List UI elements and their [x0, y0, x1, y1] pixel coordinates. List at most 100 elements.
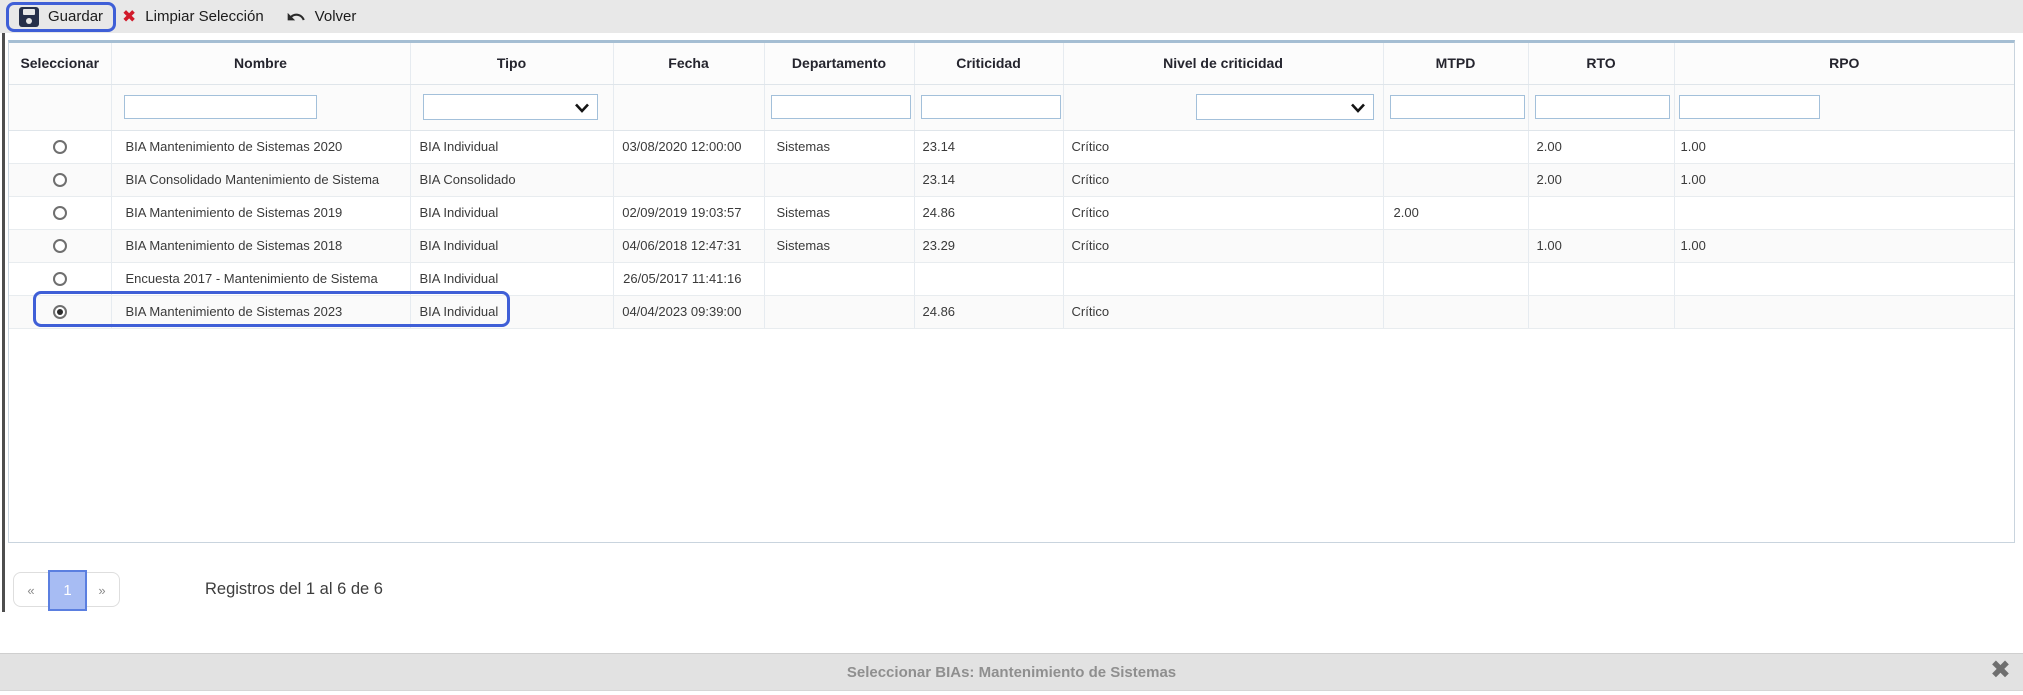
save-button-highlight: Guardar: [6, 2, 116, 32]
cell-mtpd: [1383, 262, 1528, 295]
cell-nombre: BIA Mantenimiento de Sistemas 2018: [111, 229, 410, 262]
rpo-filter-input[interactable]: [1679, 95, 1820, 119]
cell-seleccionar: [9, 295, 111, 328]
cell-nombre: BIA Consolidado Mantenimiento de Sistema: [111, 163, 410, 196]
filter-fecha-cell: [613, 84, 764, 130]
cell-nivel: Crítico: [1063, 196, 1383, 229]
cell-fecha: 26/05/2017 11:41:16: [613, 262, 764, 295]
clear-selection-button[interactable]: ✖ Limpiar Selección: [116, 8, 270, 25]
cell-criticidad: 23.14: [914, 130, 1063, 163]
cell-nivel: [1063, 262, 1383, 295]
criticidad-filter-input[interactable]: [921, 95, 1061, 119]
cell-rto: 1.00: [1528, 229, 1674, 262]
cell-departamento: Sistemas: [764, 196, 914, 229]
column-header-seleccionar[interactable]: Seleccionar: [9, 43, 111, 84]
select-row-radio[interactable]: [53, 140, 67, 154]
cell-tipo: BIA Consolidado: [410, 163, 613, 196]
pagination-next-button[interactable]: »: [85, 573, 119, 608]
filter-tipo-cell: [410, 84, 613, 130]
column-header-nombre[interactable]: Nombre: [111, 43, 410, 84]
cell-nombre: BIA Mantenimiento de Sistemas 2023: [111, 295, 410, 328]
cell-mtpd: [1383, 295, 1528, 328]
select-row-radio[interactable]: [53, 173, 67, 187]
column-header-departamento[interactable]: Departamento: [764, 43, 914, 84]
filter-nombre-cell: [111, 84, 410, 130]
cell-fecha: [613, 163, 764, 196]
table-row: BIA Mantenimiento de Sistemas 2023BIA In…: [9, 295, 2014, 328]
cell-seleccionar: [9, 229, 111, 262]
filter-departamento-cell: [764, 84, 914, 130]
cell-rto: [1528, 196, 1674, 229]
column-header-rto[interactable]: RTO: [1528, 43, 1674, 84]
filter-row: [9, 84, 2014, 130]
table-row: Encuesta 2017 - Mantenimiento de Sistema…: [9, 262, 2014, 295]
cell-nombre: Encuesta 2017 - Mantenimiento de Sistema: [111, 262, 410, 295]
cell-nivel: Crítico: [1063, 295, 1383, 328]
filter-criticidad-cell: [914, 84, 1063, 130]
column-header-mtpd[interactable]: MTPD: [1383, 43, 1528, 84]
cell-mtpd: 2.00: [1383, 196, 1528, 229]
records-summary: Registros del 1 al 6 de 6: [205, 580, 383, 599]
cell-tipo: BIA Individual: [410, 130, 613, 163]
filter-mtpd-cell: [1383, 84, 1528, 130]
filter-rto-cell: [1528, 84, 1674, 130]
pagination-page-1-button[interactable]: 1: [48, 570, 87, 611]
cell-tipo: BIA Individual: [410, 295, 613, 328]
cell-fecha: 04/06/2018 12:47:31: [613, 229, 764, 262]
cell-nivel: Crítico: [1063, 229, 1383, 262]
departamento-filter-input[interactable]: [771, 95, 911, 119]
cell-rpo: 1.00: [1674, 163, 2014, 196]
cell-departamento: Sistemas: [764, 130, 914, 163]
chevron-down-icon: [1350, 101, 1366, 113]
column-header-fecha[interactable]: Fecha: [613, 43, 764, 84]
filter-rpo-cell: [1674, 84, 2014, 130]
cell-tipo: BIA Individual: [410, 196, 613, 229]
table-row: BIA Mantenimiento de Sistemas 2018BIA In…: [9, 229, 2014, 262]
chevron-down-icon: [574, 101, 590, 113]
cell-rto: [1528, 262, 1674, 295]
rto-filter-input[interactable]: [1535, 95, 1670, 119]
back-button-label: Volver: [315, 8, 357, 25]
clear-selection-label: Limpiar Selección: [145, 8, 263, 25]
pagination: « 1 »: [13, 572, 120, 607]
save-button[interactable]: Guardar: [13, 7, 109, 27]
cell-rto: [1528, 295, 1674, 328]
nivel-criticidad-filter-select[interactable]: [1196, 94, 1374, 120]
cell-seleccionar: [9, 163, 111, 196]
cell-rpo: [1674, 262, 2014, 295]
bia-grid: SeleccionarNombreTipoFechaDepartamentoCr…: [8, 40, 2015, 543]
column-header-nivel-de-criticidad[interactable]: Nivel de criticidad: [1063, 43, 1383, 84]
select-row-radio[interactable]: [53, 206, 67, 220]
cell-criticidad: 23.29: [914, 229, 1063, 262]
tipo-filter-select[interactable]: [423, 94, 598, 120]
cell-rto: 2.00: [1528, 130, 1674, 163]
cell-departamento: [764, 262, 914, 295]
cell-mtpd: [1383, 130, 1528, 163]
cell-rpo: [1674, 295, 2014, 328]
column-header-rpo[interactable]: RPO: [1674, 43, 2014, 84]
cell-nivel: Crítico: [1063, 163, 1383, 196]
cell-departamento: [764, 295, 914, 328]
column-header-criticidad[interactable]: Criticidad: [914, 43, 1063, 84]
close-icon[interactable]: ✖: [1990, 658, 2011, 683]
toolbar: Guardar ✖ Limpiar Selección Volver: [0, 0, 2023, 33]
cell-fecha: 03/08/2020 12:00:00: [613, 130, 764, 163]
cell-rto: 2.00: [1528, 163, 1674, 196]
table-row: BIA Mantenimiento de Sistemas 2019BIA In…: [9, 196, 2014, 229]
dialog-title: Seleccionar BIAs: Mantenimiento de Siste…: [847, 664, 1176, 681]
cell-departamento: [764, 163, 914, 196]
column-header-tipo[interactable]: Tipo: [410, 43, 613, 84]
cell-rpo: 1.00: [1674, 229, 2014, 262]
mtpd-filter-input[interactable]: [1390, 95, 1525, 119]
select-row-radio[interactable]: [53, 239, 67, 253]
select-row-radio[interactable]: [53, 305, 67, 319]
back-button[interactable]: Volver: [280, 7, 363, 27]
cell-fecha: 02/09/2019 19:03:57: [613, 196, 764, 229]
pagination-prev-button[interactable]: «: [14, 573, 48, 608]
select-row-radio[interactable]: [53, 272, 67, 286]
select-bia-dialog: Guardar ✖ Limpiar Selección Volver Selec…: [0, 0, 2023, 695]
cell-criticidad: [914, 262, 1063, 295]
save-button-label: Guardar: [48, 8, 103, 25]
nombre-filter-input[interactable]: [124, 95, 317, 119]
cell-nombre: BIA Mantenimiento de Sistemas 2020: [111, 130, 410, 163]
